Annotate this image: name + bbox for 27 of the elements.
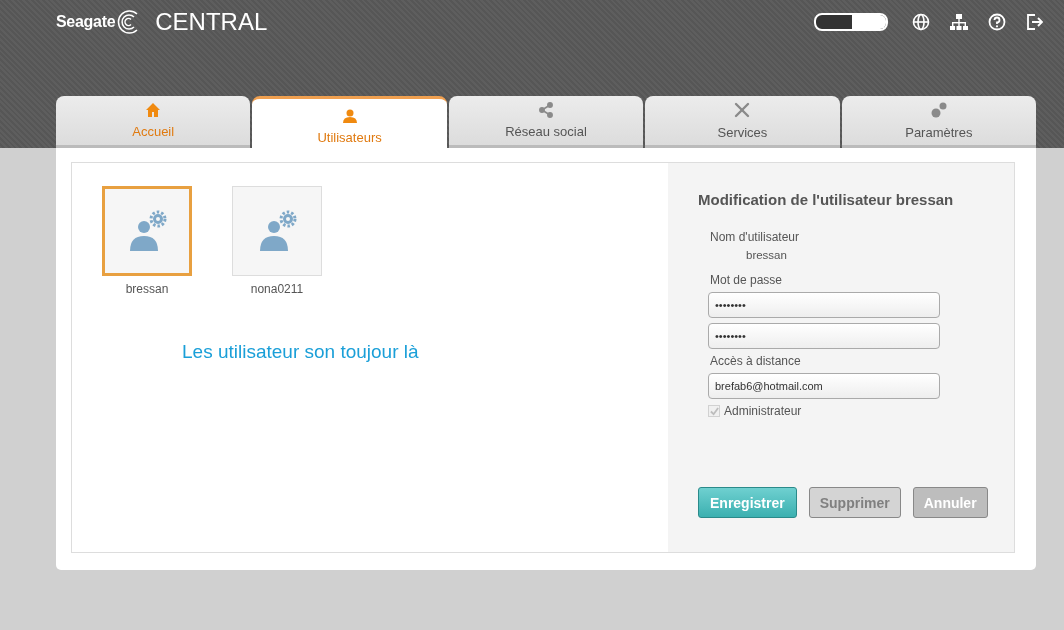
share-icon: [538, 102, 554, 118]
help-icon[interactable]: [988, 13, 1006, 31]
panel-title: Modification de l'utilisateur bressan: [698, 191, 955, 208]
globe-icon[interactable]: [912, 13, 930, 31]
network-icon[interactable]: [950, 13, 968, 31]
nav-tab[interactable]: Paramètres: [841, 96, 1037, 148]
password-field[interactable]: ••••••••: [708, 292, 940, 318]
user-tile[interactable]: [232, 186, 322, 276]
nav-tab[interactable]: Services: [645, 96, 840, 148]
user-name: nona0211: [250, 282, 304, 296]
home-icon: [145, 102, 162, 118]
user-tile[interactable]: [102, 186, 192, 276]
nav-tab[interactable]: Utilisateurs: [252, 96, 447, 148]
field-label: Nom d'utilisateur: [710, 230, 800, 244]
nav-tab[interactable]: Réseau social: [448, 96, 644, 148]
brand-logo-text: Seagate: [56, 13, 116, 31]
user-icon: [341, 107, 358, 124]
username-value: bressan: [746, 249, 788, 261]
password-confirm-field[interactable]: ••••••••: [708, 323, 940, 349]
note-text: Les utilisateur son toujour là: [182, 341, 420, 363]
user-name: bressan: [125, 282, 169, 296]
field-label: Mot de passe: [710, 273, 784, 287]
product-title: CENTRAL: [155, 8, 268, 36]
logout-icon[interactable]: [1026, 13, 1044, 31]
email-field[interactable]: brefab6@hotmail.com: [708, 373, 940, 399]
field-label: Accès à distance: [710, 354, 802, 368]
checkbox-label: Administrateur: [724, 404, 802, 418]
